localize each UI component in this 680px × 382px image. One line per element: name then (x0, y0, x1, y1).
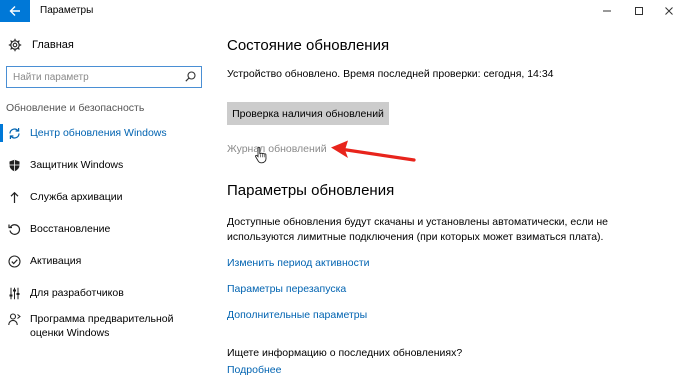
home-nav-item[interactable]: Главная (8, 38, 74, 52)
search-input[interactable] (7, 68, 177, 87)
check-updates-button[interactable]: Проверка наличия обновлений (227, 102, 389, 125)
check-circle-icon (8, 255, 21, 268)
sidebar-item-backup[interactable]: Служба архивации (0, 190, 205, 222)
close-button[interactable] (654, 0, 680, 22)
hand-cursor-icon (255, 146, 267, 164)
status-text: Устройство обновлено. Время последней пр… (227, 68, 554, 80)
annotation-arrow-icon (331, 140, 416, 162)
learn-more-link[interactable]: Подробнее (227, 364, 281, 376)
sidebar-nav: Центр обновления Windows Защитник Window… (0, 124, 205, 346)
window-title: Параметры (40, 5, 94, 16)
sidebar-item-windows-update[interactable]: Центр обновления Windows (0, 124, 205, 158)
home-label: Главная (32, 39, 74, 51)
settings-heading: Параметры обновления (227, 182, 395, 199)
sidebar-item-label: Программа предварительной оценки Windows (30, 313, 174, 339)
sidebar-item-developers[interactable]: Для разработчиков (0, 286, 205, 312)
main-content: Состояние обновления Устройство обновлен… (227, 22, 667, 382)
minimize-icon (603, 10, 611, 12)
section-label: Обновление и безопасность (6, 102, 145, 114)
close-icon (665, 7, 673, 15)
recovery-icon (8, 224, 21, 235)
minimize-button[interactable] (592, 0, 622, 22)
maximize-icon (635, 7, 643, 15)
backup-arrow-icon (10, 191, 19, 203)
sidebar-item-label: Служба архивации (30, 191, 123, 203)
sidebar-item-defender[interactable]: Защитник Windows (0, 158, 205, 190)
sidebar-item-label: Восстановление (30, 223, 111, 235)
sidebar-item-label: Защитник Windows (30, 159, 124, 171)
shield-icon (9, 159, 20, 172)
advanced-options-link[interactable]: Дополнительные параметры (227, 309, 367, 321)
maximize-button[interactable] (624, 0, 654, 22)
sidebar-item-label: Для разработчиков (30, 287, 124, 299)
gear-icon (8, 38, 22, 52)
sidebar-item-label: Активация (30, 255, 82, 267)
update-history-link[interactable]: Журнал обновлений (227, 143, 327, 155)
sidebar: Главная Обновление и безопасность Центр … (0, 22, 205, 382)
developer-sliders-icon (9, 287, 20, 300)
sync-icon (9, 128, 20, 139)
sidebar-item-recovery[interactable]: Восстановление (0, 222, 205, 254)
settings-description: Доступные обновления будут скачаны и уст… (227, 216, 608, 243)
sidebar-item-label: Центр обновления Windows (30, 127, 167, 139)
sidebar-item-insider[interactable]: Программа предварительной оценки Windows (0, 312, 205, 346)
sidebar-item-activation[interactable]: Активация (0, 254, 205, 286)
back-arrow-icon (9, 6, 20, 16)
title-bar: Параметры (0, 0, 680, 22)
back-button[interactable] (0, 0, 30, 22)
search-box[interactable] (6, 66, 202, 88)
restart-options-link[interactable]: Параметры перезапуска (227, 283, 346, 295)
active-hours-link[interactable]: Изменить период активности (227, 257, 370, 269)
info-question: Ищете информацию о последних обновлениях… (227, 347, 463, 359)
insider-person-icon (8, 313, 21, 326)
search-icon[interactable] (185, 71, 196, 82)
status-heading: Состояние обновления (227, 37, 390, 54)
